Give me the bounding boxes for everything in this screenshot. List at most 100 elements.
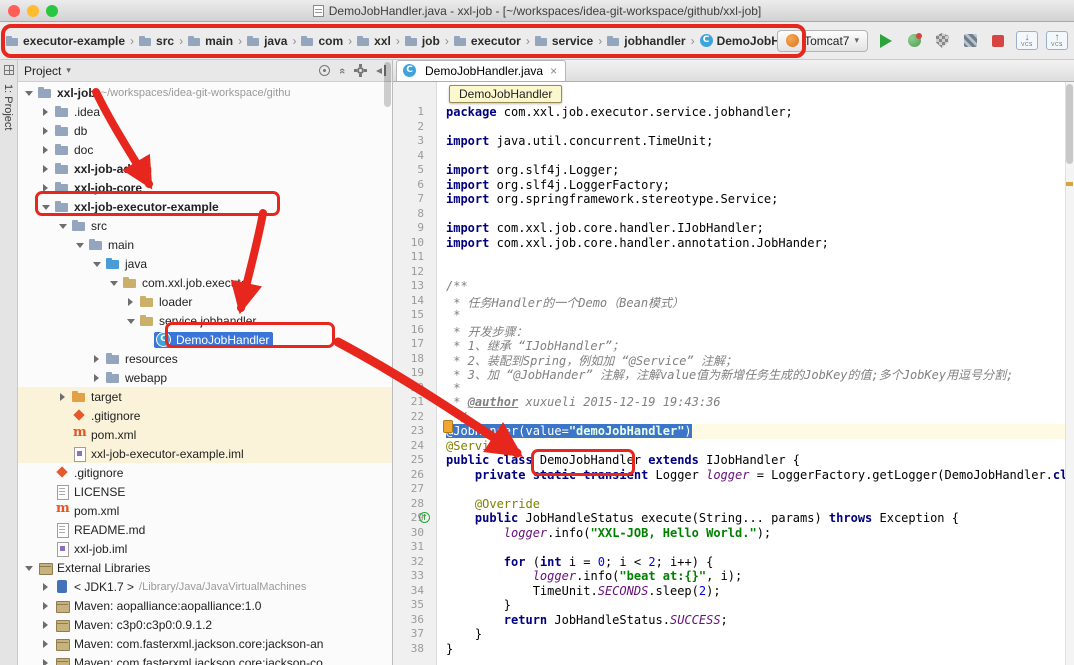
breadcrumb-job[interactable]: job	[403, 32, 442, 50]
breadcrumb-com[interactable]: com	[299, 32, 345, 50]
line-number-34[interactable]: 34	[393, 584, 436, 599]
breadcrumb-xxl[interactable]: xxl	[355, 32, 393, 50]
expand-arrow-icon[interactable]	[39, 583, 52, 591]
breadcrumb-jobhandler[interactable]: jobhandler	[605, 32, 687, 50]
code-line-9[interactable]: import com.xxl.job.core.handler.IJobHand…	[446, 221, 1074, 236]
expand-arrow-icon[interactable]	[39, 127, 52, 135]
tree-item-main[interactable]: main	[18, 235, 392, 254]
line-number-28[interactable]: 28	[393, 497, 436, 512]
minimize-window-button[interactable]	[27, 5, 39, 17]
code-line-18[interactable]: * 2、装配到Spring，例如加 “@Service” 注解；	[446, 352, 1074, 367]
code-line-7[interactable]: import org.springframework.stereotype.Se…	[446, 192, 1074, 207]
settings-gear-icon[interactable]	[354, 64, 367, 77]
code-line-21[interactable]: * @author xuxueli 2015-12-19 19:43:36	[446, 395, 1074, 410]
code-line-35[interactable]: }	[446, 598, 1074, 613]
editor-gutter[interactable]: 1234567891011121314151617181920212223242…	[393, 82, 437, 665]
line-number-2[interactable]: 2	[393, 120, 436, 135]
tree-item-gitignore[interactable]: .gitignore	[18, 406, 392, 425]
line-number-12[interactable]: 12	[393, 265, 436, 280]
code-line-14[interactable]: * 任务Handler的一个Demo（Bean模式）	[446, 294, 1074, 309]
line-number-33[interactable]: 33	[393, 569, 436, 584]
line-number-19[interactable]: 19	[393, 366, 436, 381]
collapse-arrow-icon[interactable]	[107, 279, 120, 286]
tree-item-xxl-job-iml[interactable]: xxl-job.iml	[18, 539, 392, 558]
run-button[interactable]	[876, 31, 896, 51]
code-line-1[interactable]: package com.xxl.job.executor.service.job…	[446, 105, 1074, 120]
line-number-16[interactable]: 16	[393, 323, 436, 338]
line-number-8[interactable]: 8	[393, 207, 436, 222]
line-number-1[interactable]: 1	[393, 105, 436, 120]
code-area[interactable]: package com.xxl.job.executor.service.job…	[438, 82, 1074, 665]
tree-item-src[interactable]: src	[18, 216, 392, 235]
tree-item-xxl-job-executor-example[interactable]: xxl-job-executor-example	[18, 197, 392, 216]
close-window-button[interactable]	[8, 5, 20, 17]
override-method-icon[interactable]: ↑	[419, 512, 430, 523]
debug-button[interactable]	[904, 31, 924, 51]
line-number-38[interactable]: 38	[393, 642, 436, 657]
line-number-31[interactable]: 31	[393, 540, 436, 555]
code-line-27[interactable]	[446, 482, 1074, 497]
line-number-24[interactable]: 24	[393, 439, 436, 454]
coverage-button[interactable]	[932, 31, 952, 51]
editor-scrollbar-thumb[interactable]	[1066, 84, 1073, 164]
stop-button[interactable]	[988, 31, 1008, 51]
code-line-29[interactable]: public JobHandleStatus execute(String...…	[446, 511, 1074, 526]
tree-item-demojobhandler[interactable]: DemoJobHandler	[18, 330, 392, 349]
line-number-21[interactable]: 21	[393, 395, 436, 410]
zoom-window-button[interactable]	[46, 5, 58, 17]
line-number-15[interactable]: 15	[393, 308, 436, 323]
line-number-13[interactable]: 13	[393, 279, 436, 294]
line-number-30[interactable]: 30	[393, 526, 436, 541]
tree-item-external-libraries[interactable]: External Libraries	[18, 558, 392, 577]
tree-item-pom-xml[interactable]: pom.xml	[18, 425, 392, 444]
tree-item-maven-com-fasterxml-jackson-core-jackson-an[interactable]: Maven: com.fasterxml.jackson.core:jackso…	[18, 634, 392, 653]
line-number-23[interactable]: 23	[393, 424, 436, 439]
line-number-14[interactable]: 14	[393, 294, 436, 309]
tree-scrollbar[interactable]	[384, 62, 391, 107]
line-number-25[interactable]: 25	[393, 453, 436, 468]
code-line-13[interactable]: /**	[446, 279, 1074, 294]
line-number-3[interactable]: 3	[393, 134, 436, 149]
code-line-4[interactable]	[446, 149, 1074, 164]
tree-item-service-jobhandler[interactable]: service.jobhandler	[18, 311, 392, 330]
line-number-32[interactable]: 32	[393, 555, 436, 570]
code-line-36[interactable]: return JobHandleStatus.SUCCESS;	[446, 613, 1074, 628]
line-number-7[interactable]: 7	[393, 192, 436, 207]
expand-arrow-icon[interactable]	[39, 165, 52, 173]
project-tool-window-button[interactable]: 1: Project	[2, 84, 14, 130]
tree-item-idea[interactable]: .idea	[18, 102, 392, 121]
expand-arrow-icon[interactable]	[39, 184, 52, 192]
expand-arrow-icon[interactable]	[39, 146, 52, 154]
code-line-31[interactable]	[446, 540, 1074, 555]
code-line-19[interactable]: * 3、加 “@JobHander” 注解，注解value值为新增任务生成的Jo…	[446, 366, 1074, 381]
code-line-15[interactable]: *	[446, 308, 1074, 323]
editor-tab[interactable]: C DemoJobHandler.java ×	[396, 60, 566, 81]
tree-item-com-xxl-job-executor[interactable]: com.xxl.job.executor	[18, 273, 392, 292]
project-panel-title[interactable]: Project	[24, 64, 61, 78]
code-line-33[interactable]: logger.info("beat at:{}", i);	[446, 569, 1074, 584]
tree-item-license[interactable]: LICENSE	[18, 482, 392, 501]
breadcrumb-executor[interactable]: executor	[452, 32, 523, 50]
collapse-arrow-icon[interactable]	[90, 260, 103, 267]
context-breadcrumb-chip[interactable]: DemoJobHandler	[449, 85, 562, 103]
code-line-20[interactable]: *	[446, 381, 1074, 396]
line-number-20[interactable]: 20	[393, 381, 436, 396]
expand-arrow-icon[interactable]	[39, 602, 52, 610]
line-number-10[interactable]: 10	[393, 236, 436, 251]
line-number-35[interactable]: 35	[393, 598, 436, 613]
code-line-3[interactable]: import java.util.concurrent.TimeUnit;	[446, 134, 1074, 149]
expand-arrow-icon[interactable]	[56, 393, 69, 401]
line-number-6[interactable]: 6	[393, 178, 436, 193]
tree-item-maven-aopalliance-aopalliance-1-0[interactable]: Maven: aopalliance:aopalliance:1.0	[18, 596, 392, 615]
collapse-arrow-icon[interactable]	[124, 317, 137, 324]
code-line-5[interactable]: import org.slf4j.Logger;	[446, 163, 1074, 178]
breadcrumb-executor-example[interactable]: executor-example	[4, 32, 127, 50]
breadcrumb-src[interactable]: src	[137, 32, 176, 50]
code-line-25[interactable]: public class DemoJobHandler extends IJob…	[446, 453, 1074, 468]
collapse-arrow-icon[interactable]	[73, 241, 86, 248]
code-line-24[interactable]: @Service	[446, 439, 1074, 454]
code-line-28[interactable]: @Override	[446, 497, 1074, 512]
code-line-12[interactable]	[446, 265, 1074, 280]
code-line-38[interactable]: }	[446, 642, 1074, 657]
tree-item-resources[interactable]: resources	[18, 349, 392, 368]
